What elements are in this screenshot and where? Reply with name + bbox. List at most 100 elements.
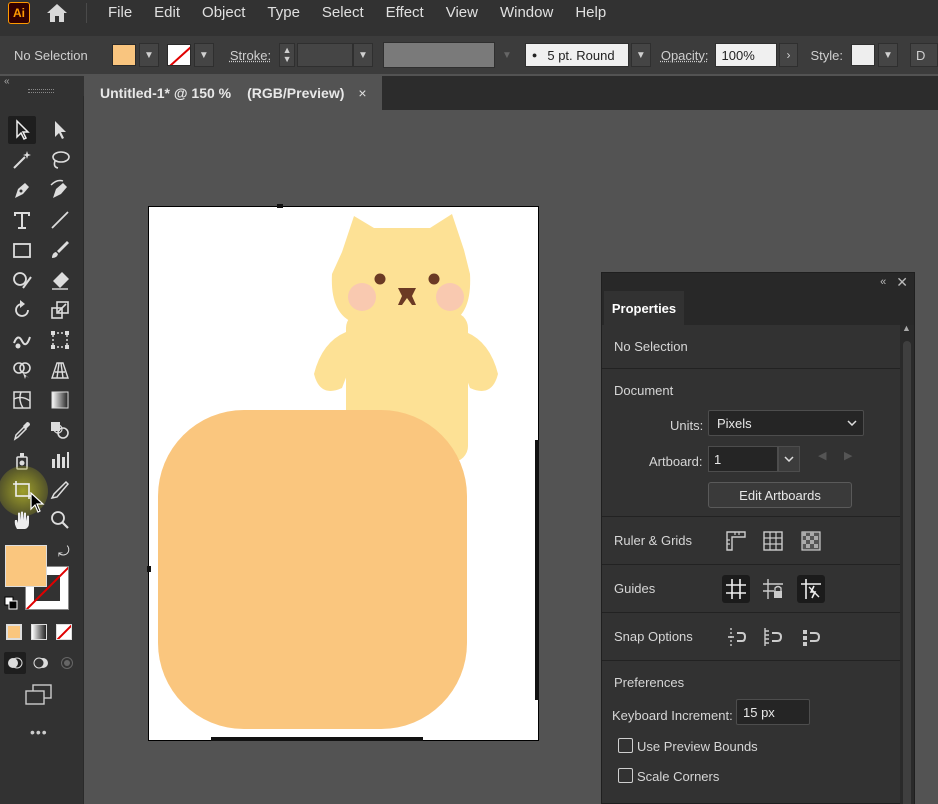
menu-view[interactable]: View bbox=[435, 0, 489, 26]
selection-tool-icon[interactable] bbox=[8, 116, 36, 144]
none-mode-button[interactable] bbox=[56, 624, 72, 640]
direct-selection-tool-icon[interactable] bbox=[46, 116, 74, 144]
snap-options-label: Snap Options bbox=[614, 629, 693, 644]
default-colors-icon[interactable] bbox=[4, 596, 18, 610]
slice-tool-icon[interactable] bbox=[46, 476, 74, 504]
brush-definition[interactable]: ● 5 pt. Round bbox=[524, 43, 629, 67]
panel-collapse-icon[interactable]: « bbox=[880, 276, 886, 288]
profile-dropdown[interactable]: ▼ bbox=[496, 43, 517, 67]
scrollbar-thumb[interactable] bbox=[903, 341, 911, 804]
document-tab-bar: Untitled-1* @ 150 % (RGB/Preview) × bbox=[86, 76, 938, 110]
stroke-label[interactable]: Stroke: bbox=[230, 48, 271, 63]
fill-swatch[interactable] bbox=[111, 44, 136, 66]
units-select[interactable]: Pixels bbox=[708, 410, 864, 436]
draw-inside-icon[interactable] bbox=[56, 652, 78, 674]
edit-artboards-button[interactable]: Edit Artboards bbox=[708, 482, 852, 508]
style-dropdown[interactable]: ▼ bbox=[877, 43, 898, 67]
magic-wand-tool-icon[interactable] bbox=[8, 146, 36, 174]
rotate-tool-icon[interactable] bbox=[8, 296, 36, 324]
stroke-weight-dropdown[interactable]: ▼ bbox=[353, 43, 373, 67]
stroke-stepper[interactable]: ▲ ▼ bbox=[279, 43, 296, 67]
grid-icon[interactable] bbox=[759, 527, 787, 555]
home-icon[interactable] bbox=[44, 2, 70, 24]
show-guides-icon[interactable] bbox=[722, 575, 750, 603]
close-tab-icon[interactable]: × bbox=[358, 85, 366, 101]
opacity-label[interactable]: Opacity: bbox=[661, 48, 709, 63]
previous-artboard-icon[interactable]: ◀ bbox=[818, 449, 826, 462]
toolbar-handle[interactable]: « bbox=[0, 76, 84, 96]
menu-edit[interactable]: Edit bbox=[143, 0, 191, 26]
brush-label: 5 pt. Round bbox=[547, 47, 615, 63]
snap-to-glyph-icon[interactable] bbox=[797, 623, 825, 651]
paintbrush-tool-icon[interactable] bbox=[46, 236, 74, 264]
use-preview-bounds-checkbox[interactable] bbox=[618, 738, 633, 753]
fill-dropdown[interactable]: ▼ bbox=[138, 43, 159, 67]
style-swatch[interactable] bbox=[851, 44, 875, 66]
ruler-icon[interactable] bbox=[722, 527, 750, 555]
snap-to-point-icon[interactable] bbox=[722, 623, 750, 651]
scroll-up-icon[interactable]: ▲ bbox=[902, 323, 911, 333]
stroke-weight-input[interactable] bbox=[297, 43, 354, 67]
gradient-tool-icon[interactable] bbox=[46, 386, 74, 414]
document-setup-button[interactable]: D bbox=[909, 43, 938, 67]
eyedropper-tool-icon[interactable] bbox=[8, 416, 36, 444]
free-transform-tool-icon[interactable] bbox=[46, 326, 74, 354]
artboard-select[interactable]: 1 bbox=[708, 446, 778, 472]
pen-tool-icon[interactable] bbox=[8, 176, 36, 204]
next-artboard-icon[interactable]: ▶ bbox=[844, 449, 852, 462]
gradient-mode-button[interactable] bbox=[31, 624, 47, 640]
lasso-tool-icon[interactable] bbox=[46, 146, 74, 174]
brush-dropdown[interactable]: ▼ bbox=[630, 43, 651, 67]
shaper-tool-icon[interactable] bbox=[8, 266, 36, 294]
menu-object[interactable]: Object bbox=[191, 0, 256, 26]
menu-file[interactable]: File bbox=[97, 0, 143, 26]
screen-mode-icon[interactable] bbox=[24, 684, 54, 706]
panel-scrollbar[interactable]: ▲ bbox=[900, 323, 914, 804]
zoom-tool-icon[interactable] bbox=[46, 506, 74, 534]
shape-builder-tool-icon[interactable] bbox=[8, 356, 36, 384]
keyboard-increment-input[interactable]: 15 px bbox=[736, 699, 810, 725]
menu-effect[interactable]: Effect bbox=[375, 0, 435, 26]
column-graph-tool-icon[interactable] bbox=[46, 446, 74, 474]
mesh-tool-icon[interactable] bbox=[8, 386, 36, 414]
color-mode-button[interactable] bbox=[6, 624, 22, 640]
perspective-grid-tool-icon[interactable] bbox=[46, 356, 74, 384]
chevron-down-icon bbox=[784, 456, 794, 462]
opacity-arrow[interactable]: › bbox=[778, 43, 799, 67]
transparency-grid-icon[interactable] bbox=[797, 527, 825, 555]
scale-tool-icon[interactable] bbox=[46, 296, 74, 324]
panel-close-icon[interactable]: ✕ bbox=[896, 274, 908, 291]
stroke-swatch[interactable] bbox=[166, 44, 191, 66]
style-label: Style: bbox=[810, 47, 843, 63]
menu-type[interactable]: Type bbox=[256, 0, 311, 26]
rounded-rectangle[interactable] bbox=[158, 410, 467, 729]
line-tool-icon[interactable] bbox=[46, 206, 74, 234]
tab-properties[interactable]: Properties bbox=[604, 291, 684, 325]
scale-corners-checkbox[interactable] bbox=[618, 768, 633, 783]
menu-select[interactable]: Select bbox=[311, 0, 375, 26]
snap-to-pixel-icon[interactable] bbox=[759, 623, 787, 651]
curvature-tool-icon[interactable] bbox=[46, 176, 74, 204]
menu-help[interactable]: Help bbox=[564, 0, 617, 26]
opacity-input[interactable]: 100% bbox=[714, 43, 777, 67]
hand-tool-icon[interactable] bbox=[8, 506, 36, 534]
rectangle-tool-icon[interactable] bbox=[8, 236, 36, 264]
swap-colors-icon[interactable]: ⤾ bbox=[58, 543, 70, 560]
fill-color-front[interactable] bbox=[5, 545, 47, 587]
draw-normal-icon[interactable] bbox=[4, 652, 26, 674]
document-tab[interactable]: Untitled-1* @ 150 % (RGB/Preview) × bbox=[86, 76, 382, 110]
smart-guides-icon[interactable] bbox=[797, 575, 825, 603]
draw-behind-icon[interactable] bbox=[30, 652, 52, 674]
lock-guides-icon[interactable] bbox=[759, 575, 787, 603]
menu-window[interactable]: Window bbox=[489, 0, 564, 26]
edit-toolbar-button[interactable]: ••• bbox=[30, 724, 48, 740]
artboard-dropdown[interactable] bbox=[778, 446, 800, 472]
collapse-icon[interactable]: « bbox=[4, 76, 10, 87]
warp-tool-icon[interactable] bbox=[8, 326, 36, 354]
blend-tool-icon[interactable] bbox=[46, 416, 74, 444]
units-value: Pixels bbox=[717, 415, 752, 431]
eraser-tool-icon[interactable] bbox=[46, 266, 74, 294]
variable-width-profile[interactable] bbox=[383, 42, 495, 68]
stroke-dropdown[interactable]: ▼ bbox=[193, 43, 214, 67]
type-tool-icon[interactable] bbox=[8, 206, 36, 234]
